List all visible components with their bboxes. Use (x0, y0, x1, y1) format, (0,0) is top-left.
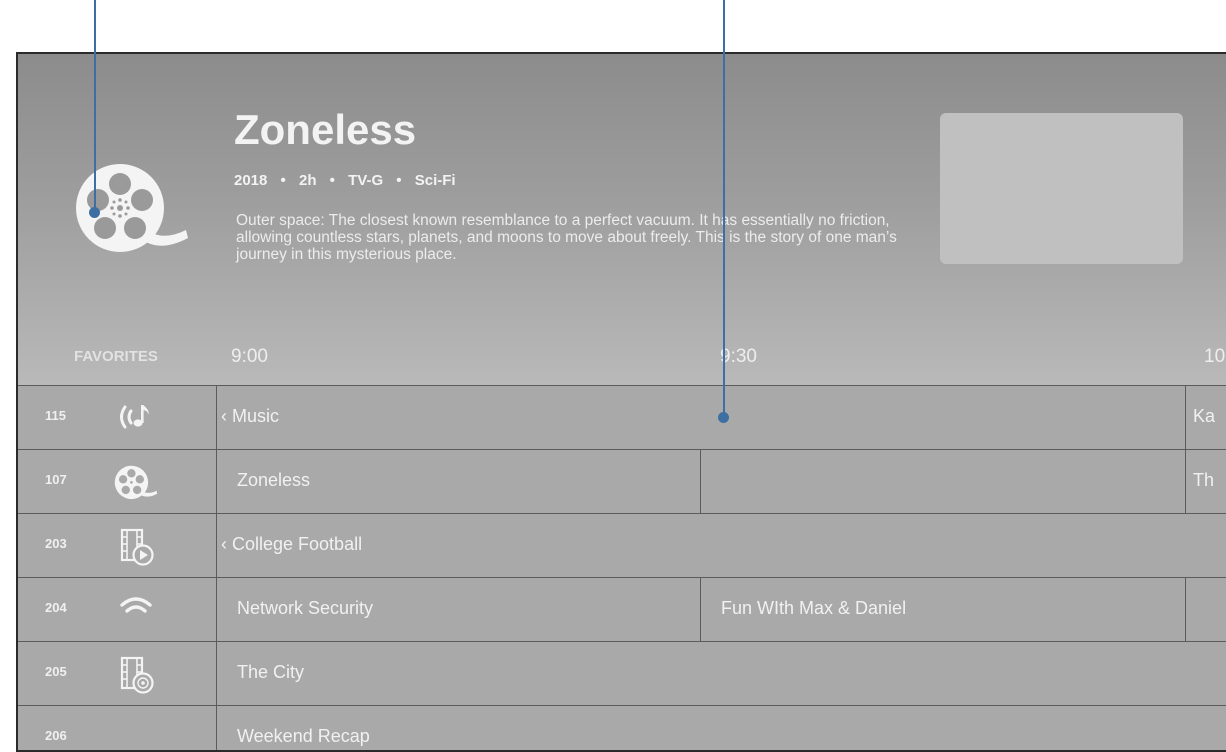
program-meta: 2018 • 2h • TV-G • Sci-Fi (234, 172, 456, 189)
callout-line (723, 0, 725, 418)
channel-number: 205 (45, 664, 67, 679)
film-play-icon (106, 527, 166, 567)
channel-row: 203 ‹ College Football (18, 513, 1226, 577)
channel-grid: 115 ‹ Music Ka 107 Zoneless Th 203 ‹ Col… (18, 385, 1226, 750)
program-name: Fun WIth Max & Daniel (721, 598, 907, 618)
channel-row: 206 Weekend Recap (18, 705, 1226, 750)
channel-number: 204 (45, 600, 67, 615)
film-disc-icon (106, 655, 166, 695)
program-duration: 2h (298, 172, 317, 189)
channel-row: 107 Zoneless Th (18, 449, 1226, 513)
time-slot: 9:00 (231, 346, 268, 367)
program-name: Zoneless (237, 470, 311, 490)
meta-separator: • (329, 172, 335, 189)
program-cell[interactable]: The City (217, 642, 1226, 705)
program-cell[interactable]: ‹ College Football (217, 514, 1226, 577)
program-name: ‹ Music (221, 406, 279, 426)
music-broadcast-icon (106, 399, 166, 439)
program-name: Network Security (237, 598, 374, 618)
film-reel-icon (106, 463, 166, 503)
callout-line (94, 0, 96, 213)
program-cell[interactable]: Fun WIth Max & Daniel (700, 578, 1185, 641)
channel-number: 203 (45, 536, 67, 551)
program-description: Outer space: The closest known resemblan… (236, 212, 897, 263)
channel-row: 204 Network Security Fun WIth Max & Dani… (18, 577, 1226, 641)
program-genre: Sci-Fi (414, 172, 456, 189)
program-hero: Zoneless 2018 • 2h • TV-G • Sci-Fi Outer… (18, 54, 1226, 385)
favorites-label[interactable]: FAVORITES (74, 348, 158, 365)
program-name: Th (1193, 470, 1215, 490)
program-cell[interactable] (1185, 578, 1226, 641)
program-year: 2018 (234, 172, 268, 189)
program-cell[interactable]: ‹ Music (217, 386, 1185, 449)
meta-separator: • (396, 172, 402, 189)
program-name: Weekend Recap (237, 726, 370, 746)
tv-guide-screen: Zoneless 2018 • 2h • TV-G • Sci-Fi Outer… (16, 52, 1226, 752)
channel-number: 115 (45, 408, 66, 423)
program-cell[interactable] (700, 450, 1185, 513)
time-slot: 10 (1204, 346, 1226, 367)
preview-window[interactable] (940, 113, 1183, 264)
program-cell[interactable]: Network Security (217, 578, 700, 641)
wifi-icon (106, 591, 166, 631)
program-cell[interactable]: Ka (1185, 386, 1226, 449)
time-slot: 9:30 (720, 346, 757, 367)
channel-row: 115 ‹ Music Ka (18, 385, 1226, 449)
program-name: ‹ College Football (221, 534, 363, 554)
program-name: Ka (1193, 406, 1216, 426)
callout-dot (89, 207, 100, 218)
callout-dot (718, 412, 729, 423)
channel-number: 206 (45, 728, 67, 743)
channel-row: 205 The City (18, 641, 1226, 705)
program-cell[interactable]: Weekend Recap (217, 706, 1226, 750)
program-rating: TV-G (348, 172, 384, 189)
program-cell[interactable]: Th (1185, 450, 1226, 513)
program-cell[interactable]: Zoneless (217, 450, 700, 513)
program-title: Zoneless (234, 106, 417, 153)
meta-separator: • (280, 172, 286, 189)
channel-number: 107 (45, 472, 67, 487)
program-name: The City (237, 662, 305, 682)
